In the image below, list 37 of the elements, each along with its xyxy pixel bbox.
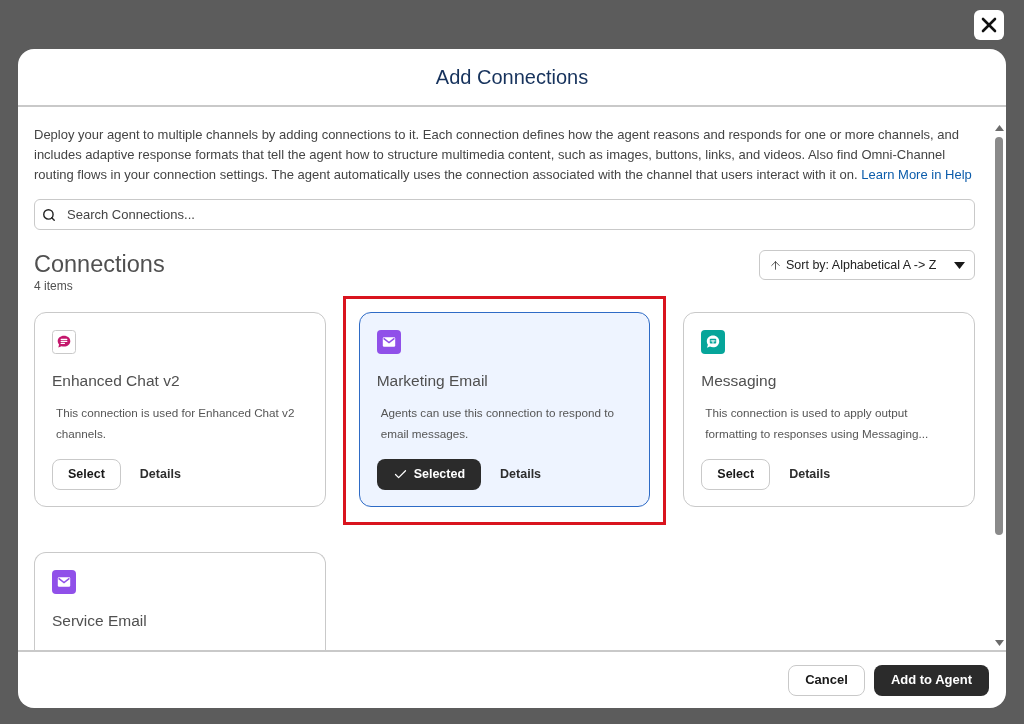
connection-card[interactable]: Messaging This connection is used to apply output formatting to responses using Messaging... Select Details (683, 312, 975, 507)
selected-button[interactable]: Selected (376, 459, 482, 490)
scrollbar-thumb[interactable] (995, 137, 1003, 535)
connection-title: Messaging (701, 371, 778, 391)
connection-title: Service Email (52, 611, 148, 631)
details-link[interactable]: Details (789, 465, 831, 484)
description-text: Deploy your agent to multiple channels by adding connections to it. Each connection defines how the agent reasons and responds for one or more channels, and includes adaptive response formats that tell the agent how to structure multimedia content, such as images, buttons, links, and videos. Also find Omni-Channel routing flows in your connection settings. The agent automatically uses the connection associated with the channel that users interact with it on. Learn More in Help (34, 126, 973, 184)
connection-description: This connection is used for Enhanced Chat v2 channels. (55, 405, 296, 442)
search-field[interactable]: Search Connections... (34, 199, 975, 230)
item-count: 4 items (34, 278, 74, 294)
connection-card[interactable]: Marketing Email Agents can use this connection to respond to email messages. Selected Details (358, 312, 651, 507)
details-link[interactable]: Details (139, 465, 181, 484)
scroll-down-arrow-icon[interactable] (994, 640, 1004, 646)
arrow-up-icon (769, 258, 782, 272)
envelope-icon (52, 570, 76, 594)
select-button[interactable]: Select (52, 459, 121, 490)
section-title: Connections (34, 250, 165, 278)
select-button[interactable]: Select (701, 459, 771, 490)
connection-card[interactable]: Service Email (34, 552, 326, 650)
sort-dropdown[interactable]: Sort by: Alphabetical A -> Z (759, 250, 975, 280)
caret-down-icon (954, 261, 965, 269)
dialog-title: Add Connections (435, 65, 589, 90)
envelope-icon (376, 330, 401, 354)
learn-more-link[interactable]: Learn More in Help (861, 167, 972, 182)
add-to-agent-button[interactable]: Add to Agent (873, 664, 989, 696)
close-button[interactable] (974, 10, 1004, 40)
search-icon (42, 207, 56, 222)
scroll-up-arrow-icon[interactable] (994, 125, 1004, 131)
details-link[interactable]: Details (500, 465, 542, 484)
connection-card[interactable]: Enhanced Chat v2 This connection is used for Enhanced Chat v2 channels. Select Details (34, 312, 326, 507)
message-bubble-icon (701, 330, 726, 354)
connection-title: Marketing Email (376, 371, 489, 391)
chat-bubble-icon (52, 330, 76, 354)
connection-title: Enhanced Chat v2 (52, 371, 181, 391)
connection-description: This connection is used to apply output formatting to responses using Messaging... (704, 405, 930, 442)
cancel-button[interactable]: Cancel (788, 664, 865, 696)
connection-description: Agents can use this connection to respond to email messages. (379, 405, 615, 442)
